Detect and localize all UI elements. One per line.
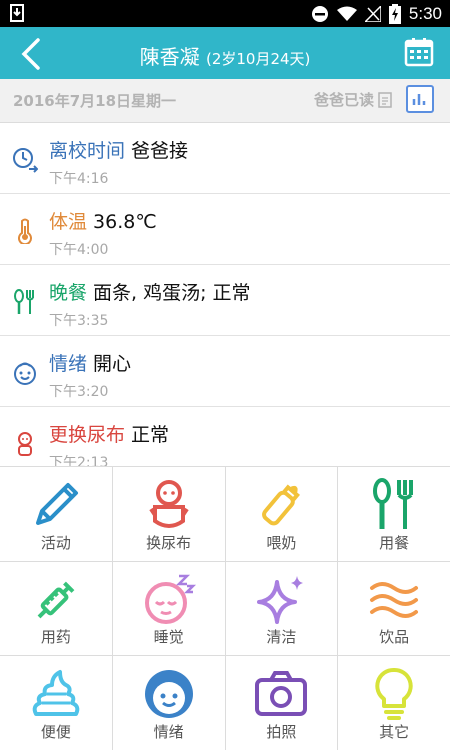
sleeping-face-icon <box>144 574 196 624</box>
action-label: 便便 <box>40 722 71 741</box>
thermometer-icon <box>18 218 32 244</box>
date-label: 2016年7月18日星期一 <box>13 92 177 110</box>
date-bar: 2016年7月18日星期一 爸爸已读 <box>0 79 450 123</box>
action-label: 喂奶 <box>266 533 297 552</box>
action-label: 饮品 <box>379 628 410 647</box>
calendar-icon[interactable] <box>404 37 434 67</box>
action-sleep-button[interactable]: 睡觉 <box>112 561 225 656</box>
record-time: 下午3:35 <box>49 313 109 329</box>
smiley-face-icon <box>14 362 36 385</box>
battery-charging-icon <box>388 3 401 24</box>
list-item[interactable]: 情绪 開心 下午3:20 <box>0 336 450 407</box>
fork-spoon-icon <box>14 289 34 314</box>
record-category: 体温 <box>49 211 88 233</box>
baby-icon <box>18 432 32 456</box>
list-item[interactable]: 离校时间 爸爸接 下午4:16 <box>0 123 450 194</box>
action-feeding-button[interactable]: 喂奶 <box>225 467 338 561</box>
action-label: 睡觉 <box>153 628 184 647</box>
lightbulb-icon <box>375 668 413 721</box>
happy-face-icon <box>144 670 193 719</box>
action-meal-button[interactable]: 用餐 <box>338 467 450 561</box>
action-activity-button[interactable]: 活动 <box>0 467 112 561</box>
record-category: 晚餐 <box>49 282 88 304</box>
action-label: 活动 <box>40 533 71 552</box>
action-label: 情绪 <box>153 722 184 741</box>
sparkle-icon <box>257 575 304 624</box>
record-category: 离校时间 <box>49 140 126 162</box>
camera-icon <box>255 671 308 717</box>
waves-icon <box>370 581 419 618</box>
action-label: 用餐 <box>379 533 410 552</box>
action-medicine-button[interactable]: 用药 <box>0 561 112 656</box>
child-name: 陳香凝 <box>139 45 200 69</box>
action-photo-button[interactable]: 拍照 <box>225 656 338 750</box>
action-label: 其它 <box>379 722 410 741</box>
record-detail: 開心 <box>93 353 132 375</box>
bar-chart-icon <box>412 94 426 105</box>
dnd-icon <box>311 5 328 22</box>
download-notification-icon <box>10 4 24 22</box>
signal-off-icon <box>364 5 381 22</box>
syringe-icon <box>37 581 75 619</box>
clock-arrow-icon <box>13 148 38 173</box>
action-other-button[interactable]: 其它 <box>338 656 450 750</box>
record-time: 下午2:13 <box>49 455 109 466</box>
page-title: 陳香凝 (2岁10月24天) <box>0 41 450 70</box>
action-drink-button[interactable]: 饮品 <box>338 561 450 656</box>
record-category: 更换尿布 <box>49 424 126 446</box>
record-time: 下午4:16 <box>49 171 109 187</box>
action-grid: 活动 换尿布 喂奶 用餐 用药 睡觉 清洁 饮品 便便 情绪 拍照 其它 <box>0 466 450 750</box>
read-status: 爸爸已读 <box>314 89 392 110</box>
poop-icon <box>32 670 80 717</box>
baby-diaper-icon <box>148 480 189 528</box>
list-item[interactable]: 更换尿布 正常 下午2:13 <box>0 407 450 466</box>
action-label: 拍照 <box>266 722 297 741</box>
record-detail: 36.8℃ <box>93 211 157 233</box>
record-time: 下午3:20 <box>49 384 109 400</box>
report-chart-button[interactable] <box>406 85 434 113</box>
record-detail: 爸爸接 <box>131 140 189 162</box>
action-label: 清洁 <box>266 628 297 647</box>
action-label: 用药 <box>40 628 71 647</box>
list-item[interactable]: 体温 36.8℃ 下午4:00 <box>0 194 450 265</box>
record-time: 下午4:00 <box>49 242 109 258</box>
status-time: 5:30 <box>408 3 442 23</box>
action-poop-button[interactable]: 便便 <box>0 656 112 750</box>
record-detail: 面条, 鸡蛋汤; 正常 <box>93 282 251 304</box>
wifi-icon <box>336 6 357 21</box>
record-detail: 正常 <box>131 424 170 446</box>
action-diaper-button[interactable]: 换尿布 <box>112 467 225 561</box>
record-category: 情绪 <box>49 353 88 375</box>
pencil-icon <box>35 483 78 525</box>
fork-spoon-icon <box>373 478 414 529</box>
action-label: 换尿布 <box>146 533 192 552</box>
action-clean-button[interactable]: 清洁 <box>225 561 338 656</box>
baby-bottle-icon <box>262 484 301 526</box>
child-age: (2岁10月24天) <box>205 50 311 68</box>
action-mood-button[interactable]: 情绪 <box>112 656 225 750</box>
read-status-text: 爸爸已读 <box>313 91 374 109</box>
record-list[interactable]: 离校时间 爸爸接 下午4:16 体温 36.8℃ 下午4:00 晚餐 面条, 鸡蛋汤;… <box>0 123 450 466</box>
list-item[interactable]: 晚餐 面条, 鸡蛋汤; 正常 下午3:35 <box>0 265 450 336</box>
document-icon <box>378 91 392 108</box>
app-bar: 陳香凝 (2岁10月24天) <box>0 27 450 79</box>
status-bar: 5:30 <box>0 0 450 27</box>
